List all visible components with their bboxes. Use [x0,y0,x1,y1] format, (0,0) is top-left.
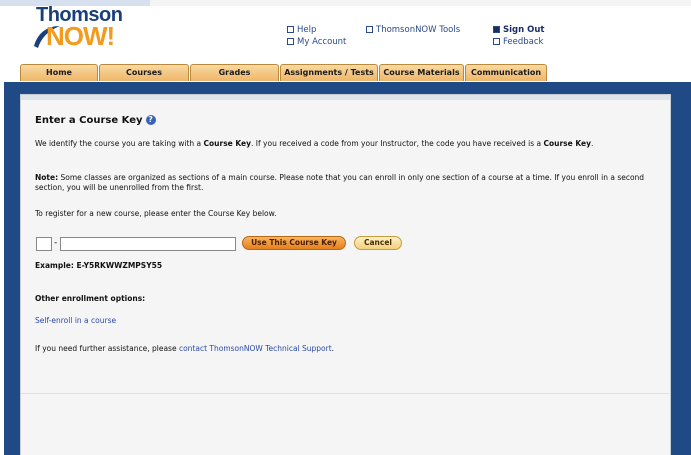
tab-course-materials[interactable]: Course Materials [379,64,464,81]
panel-top-bar [21,95,670,100]
intro-bold-2: Course Key [543,139,591,148]
note-body: Some classes are organized as sections o… [35,173,645,192]
account-links: Sign Out Feedback [493,24,544,48]
assist-suffix: . [331,344,335,353]
tab-grades[interactable]: Grades [190,64,279,81]
other-options-heading: Other enrollment options: [35,294,146,303]
intro-end: . [590,139,594,148]
tab-home[interactable]: Home [20,64,98,81]
panel-divider [21,393,670,394]
tools-links: ThomsonNOW Tools [366,24,460,36]
tab-courses[interactable]: Courses [99,64,189,81]
intro-prefix: We identify the course you are taking wi… [35,139,204,148]
assist-prefix: If you need further assistance, please [35,344,179,353]
intro-text: We identify the course you are taking wi… [35,139,659,149]
help-link-icon [287,26,294,33]
course-key-prefix-input[interactable] [36,237,52,251]
account-link-icon [287,38,294,45]
note-label: Note: [35,173,59,182]
course-key-panel: Enter a Course Key? We identify the cour… [20,94,671,455]
sign-out-link[interactable]: Sign Out [493,24,544,36]
note-text: Note: Some classes are organized as sect… [35,173,659,193]
tab-communication[interactable]: Communication [465,64,547,81]
thomsonnow-logo[interactable]: Thomson NOW! [34,4,126,51]
logo-line2: NOW! [46,21,115,51]
page-title-row: Enter a Course Key? [35,115,156,126]
header: Thomson NOW! Help My Account ThomsonNOW … [0,0,691,66]
register-instruction: To register for a new course, please ent… [35,209,277,218]
feedback-link-icon [493,38,500,45]
cancel-button[interactable]: Cancel [354,236,402,250]
header-stripe-right [150,0,691,6]
page-title-text: Enter a Course Key [35,115,143,126]
feedback-link[interactable]: Feedback [493,36,544,48]
tools-link[interactable]: ThomsonNOW Tools [366,24,460,36]
tab-assignments-tests[interactable]: Assignments / Tests [280,64,378,81]
help-links: Help My Account [287,24,346,48]
help-icon[interactable]: ? [145,115,156,125]
intro-bold-1: Course Key [203,139,252,148]
self-enroll-link[interactable]: Self-enroll in a course [35,316,116,326]
sign-out-icon [493,26,500,33]
technical-support-link[interactable]: contact ThomsonNOW Technical Support [179,344,332,353]
help-link[interactable]: Help [287,24,346,36]
course-key-example: Example: E-Y5RKWWZMPSY55 [35,261,163,270]
key-separator: - [54,238,58,248]
use-course-key-button[interactable]: Use This Course Key [242,236,346,250]
tools-link-icon [366,26,373,33]
intro-mid: . If you received a code from your Instr… [251,139,544,148]
page-title: Enter a Course Key? [35,115,156,126]
assistance-text: If you need further assistance, please c… [35,344,334,354]
my-account-link[interactable]: My Account [287,36,346,48]
course-key-input[interactable] [60,237,236,251]
